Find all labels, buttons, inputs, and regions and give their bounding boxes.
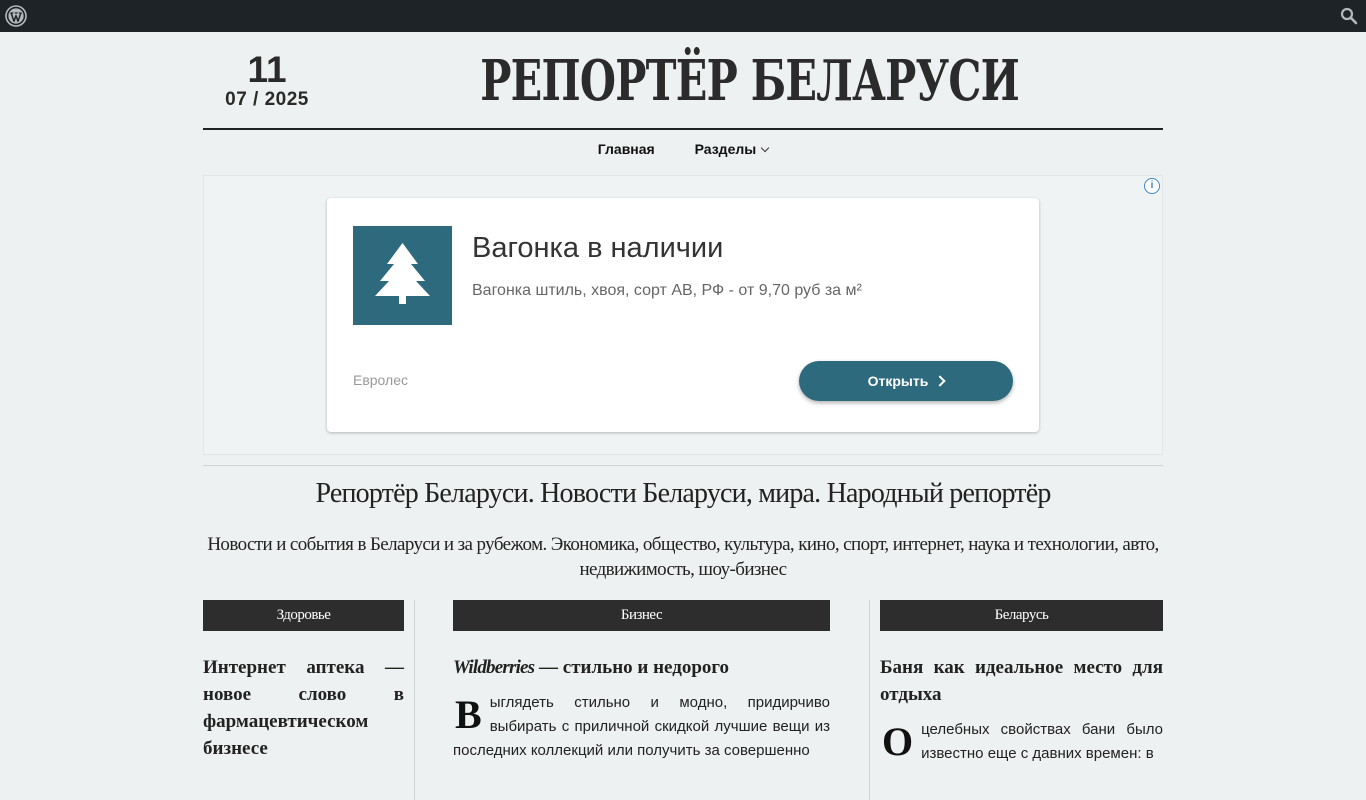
drop-cap: О: [882, 719, 914, 764]
ad-brand: Евролес: [353, 372, 408, 388]
column-heading[interactable]: Беларусь: [880, 600, 1163, 631]
article-excerpt-text: целебных свойствах бани было известно ещ…: [921, 721, 1163, 762]
main-nav: Главная Разделы: [203, 138, 1163, 160]
article-title[interactable]: Wildberries — стильно и недорого: [453, 654, 830, 681]
date-month-year: 07 / 2025: [225, 89, 309, 110]
date-block: 11 07 / 2025: [203, 50, 331, 110]
article-excerpt: Выглядеть стильно и модно, придирчиво вы…: [453, 691, 830, 763]
column-heading[interactable]: Здоровье: [203, 600, 404, 631]
column-health: Здоровье Интернет аптека — новое слово в…: [203, 600, 404, 762]
tree-icon: [375, 243, 430, 304]
site-description: Новости и события в Беларуси и за рубежо…: [207, 534, 1159, 580]
chevron-down-icon: [760, 143, 770, 153]
ad-banner: i Вагонка в наличии Вагонка штиль, хвоя,…: [203, 175, 1163, 455]
nav-item-label: Разделы: [694, 141, 757, 157]
ad-title[interactable]: Вагонка в наличии: [472, 232, 723, 265]
site-logo-title[interactable]: РЕПОРТЁР БЕЛАРУСИ: [480, 46, 1020, 116]
article-title[interactable]: Интернет аптека — новое слово в фармацев…: [203, 654, 404, 762]
ad-logo[interactable]: [353, 226, 452, 325]
article-title-brand: Wildberries: [453, 657, 535, 678]
article-excerpt-text: ыглядеть стильно и модно, придирчиво выб…: [453, 694, 830, 759]
header-divider: [203, 128, 1163, 130]
wordpress-icon[interactable]: [5, 5, 27, 27]
nav-item-label: Главная: [597, 141, 655, 157]
article-title-rest: — стильно и недорого: [534, 657, 730, 678]
search-icon[interactable]: [1340, 7, 1358, 25]
drop-cap: В: [455, 692, 482, 737]
admin-bar: [0, 0, 1366, 32]
column-divider: [869, 600, 870, 800]
column-belarus: Беларусь Баня как идеальное место для от…: [880, 600, 1163, 766]
column-divider: [414, 600, 415, 800]
column-business: Бизнес Wildberries — стильно и недорого …: [453, 600, 830, 763]
date-day: 11: [247, 49, 287, 90]
ad-open-button[interactable]: Открыть: [799, 361, 1013, 401]
ad-open-button-label: Открыть: [867, 373, 929, 389]
chevron-right-icon: [934, 375, 947, 387]
nav-item-sections[interactable]: Разделы: [694, 138, 770, 160]
ad-description: Вагонка штиль, хвоя, сорт АВ, РФ - от 9,…: [472, 282, 862, 299]
nav-item-home[interactable]: Главная: [598, 138, 655, 160]
site-tagline: Репортёр Беларуси. Новости Беларуси, мир…: [315, 478, 1051, 509]
column-heading[interactable]: Бизнес: [453, 600, 830, 631]
info-icon[interactable]: i: [1144, 178, 1160, 194]
article-excerpt: Оцелебных свойствах бани было известно е…: [880, 718, 1163, 766]
ad-card[interactable]: Вагонка в наличии Вагонка штиль, хвоя, с…: [327, 198, 1039, 432]
article-title[interactable]: Баня как идеальное место для отдыха: [880, 654, 1163, 708]
section-divider: [203, 465, 1163, 466]
